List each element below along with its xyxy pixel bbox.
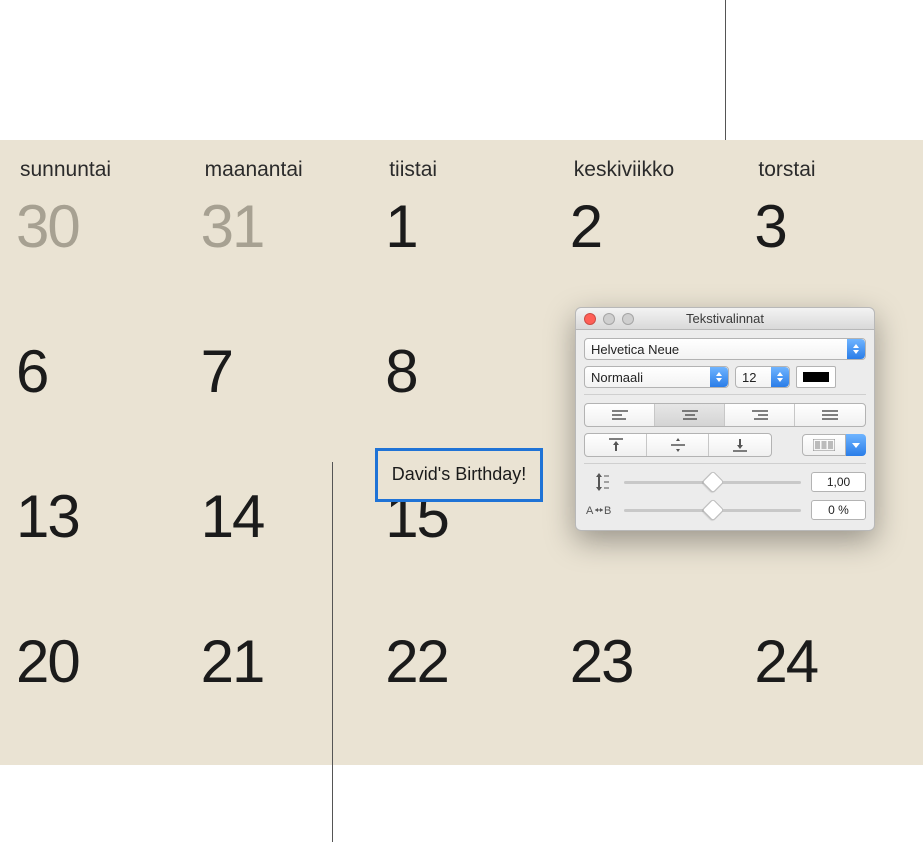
columns-icon-button[interactable]	[802, 434, 846, 456]
date-cell[interactable]: 31	[185, 186, 370, 331]
slider-thumb[interactable]	[701, 499, 724, 522]
font-style-popup[interactable]: Normaali	[584, 366, 729, 388]
align-center-icon	[681, 409, 699, 421]
date-number: 2	[570, 193, 601, 260]
date-cell[interactable]: 30	[0, 186, 185, 331]
font-family-value: Helvetica Neue	[591, 342, 679, 357]
date-number: 1	[385, 193, 416, 260]
font-size-value: 12	[742, 370, 756, 385]
align-left-button[interactable]	[585, 404, 655, 426]
date-cell[interactable]: 20	[0, 621, 185, 766]
date-number: 14	[201, 483, 264, 550]
line-spacing-icon	[584, 473, 614, 491]
day-header: tiistai	[369, 158, 554, 182]
date-number: 8	[385, 338, 416, 405]
text-options-panel: Tekstivalinnat Helvetica Neue Normaali 1…	[575, 307, 875, 531]
callout-line-bottom	[332, 462, 333, 842]
day-header: keskiviikko	[554, 158, 739, 182]
date-row: 20 21 22 23 24	[0, 621, 923, 766]
panel-title: Tekstivalinnat	[576, 311, 874, 326]
date-cell[interactable]: 13	[0, 476, 185, 621]
date-cell[interactable]: 7	[185, 331, 370, 476]
font-style-value: Normaali	[591, 370, 643, 385]
event-text: David's Birthday!	[392, 464, 527, 486]
date-number: 3	[754, 193, 785, 260]
align-left-icon	[611, 409, 629, 421]
date-number: 31	[201, 193, 264, 260]
line-spacing-value[interactable]: 1,00	[811, 472, 866, 492]
popup-stepper-icon	[710, 367, 728, 387]
day-header: maanantai	[185, 158, 370, 182]
day-header: sunnuntai	[0, 158, 185, 182]
text-color-well[interactable]	[796, 366, 836, 388]
panel-titlebar[interactable]: Tekstivalinnat	[576, 308, 874, 330]
columns-icon	[813, 439, 835, 451]
align-justify-icon	[821, 409, 839, 421]
day-header-row: sunnuntai maanantai tiistai keskiviikko …	[0, 140, 923, 182]
date-number: 6	[16, 338, 47, 405]
valign-top-icon	[608, 438, 624, 452]
date-cell[interactable]: 14	[185, 476, 370, 621]
align-justify-button[interactable]	[795, 404, 865, 426]
day-header: torstai	[738, 158, 923, 182]
panel-body: Helvetica Neue Normaali 12	[576, 330, 874, 530]
valign-bottom-button[interactable]	[709, 434, 771, 456]
tracking-slider[interactable]	[624, 501, 801, 519]
date-number: 13	[16, 483, 79, 550]
valign-top-button[interactable]	[585, 434, 647, 456]
date-cell[interactable]: 21	[185, 621, 370, 766]
valign-bottom-icon	[732, 438, 748, 452]
popup-stepper-icon	[771, 367, 789, 387]
popup-stepper-icon	[847, 339, 865, 359]
tracking-icon: AB	[584, 503, 614, 517]
date-cell[interactable]: 24	[738, 621, 923, 766]
date-number: 22	[385, 628, 448, 695]
divider	[584, 463, 866, 464]
date-number: 21	[201, 628, 264, 695]
valign-middle-button[interactable]	[647, 434, 709, 456]
text-color-swatch	[803, 372, 829, 382]
valign-middle-icon	[670, 438, 686, 452]
date-cell[interactable]: 1	[369, 186, 554, 331]
align-right-icon	[751, 409, 769, 421]
align-right-button[interactable]	[725, 404, 795, 426]
date-number: 23	[570, 628, 633, 695]
line-spacing-slider[interactable]	[624, 473, 801, 491]
slider-thumb[interactable]	[701, 471, 724, 494]
date-number: 30	[16, 193, 79, 260]
tracking-value[interactable]: 0 %	[811, 500, 866, 520]
svg-text:B: B	[604, 505, 611, 517]
align-center-button[interactable]	[655, 404, 725, 426]
font-family-popup[interactable]: Helvetica Neue	[584, 338, 866, 360]
date-cell[interactable]: 6	[0, 331, 185, 476]
date-number: 7	[201, 338, 232, 405]
date-cell[interactable]: 22	[369, 621, 554, 766]
event-text-box[interactable]: David's Birthday!	[375, 448, 543, 502]
svg-text:A: A	[586, 505, 594, 517]
font-size-popup[interactable]: 12	[735, 366, 790, 388]
vertical-align-group	[584, 433, 772, 457]
date-number: 20	[16, 628, 79, 695]
columns-control[interactable]	[802, 434, 866, 456]
date-cell[interactable]: 23	[554, 621, 739, 766]
divider	[584, 394, 866, 395]
horizontal-align-group	[584, 403, 866, 427]
date-number: 24	[754, 628, 817, 695]
columns-dropdown[interactable]	[846, 434, 866, 456]
